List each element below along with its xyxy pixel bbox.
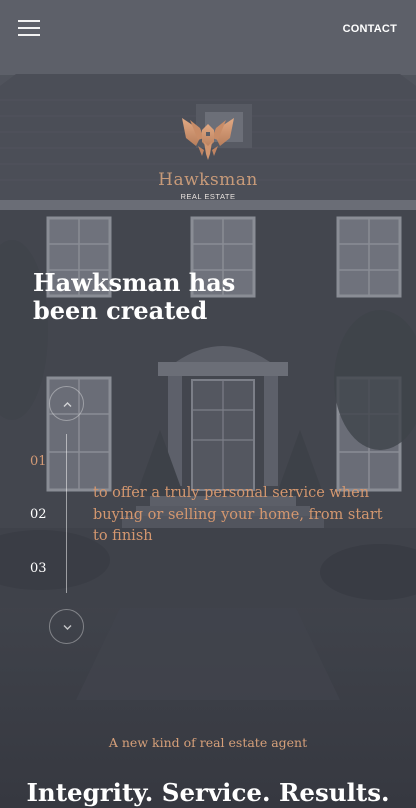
hawk-emblem-icon (182, 118, 234, 160)
brand-name: Hawksman (158, 170, 258, 190)
slider-step-03[interactable]: 03 (30, 561, 47, 576)
slider-text: to offer a truly personal service when b… (93, 485, 383, 544)
slider-next-button[interactable] (49, 609, 84, 644)
intro-tagline: A new kind of real estate agent (108, 735, 308, 750)
chevron-down-icon (63, 625, 72, 630)
brand-subtitle: REAL ESTATE (180, 192, 236, 201)
brand-logo[interactable]: Hawksman REAL ESTATE (148, 116, 268, 212)
contact-link[interactable]: CONTACT (343, 23, 397, 35)
intro-motto: Integrity. Service. Results. (26, 778, 390, 807)
hamburger-menu-icon[interactable] (18, 20, 40, 37)
slider-step-02[interactable]: 02 (30, 507, 47, 522)
landing-page: CONTACT Hawksman REAL ESTATE Hawksman ha… (0, 0, 416, 808)
slider-step-01[interactable]: 01 (30, 454, 47, 469)
chevron-up-icon (63, 402, 72, 407)
hero-headline: Hawksman has been created (33, 268, 236, 325)
slider-previous-button[interactable] (49, 386, 84, 421)
top-navigation-bar: CONTACT (0, 0, 416, 60)
slider-progress-line (66, 434, 67, 593)
hero-slider: 01 02 03 to offer a truly personal servi… (0, 386, 416, 648)
